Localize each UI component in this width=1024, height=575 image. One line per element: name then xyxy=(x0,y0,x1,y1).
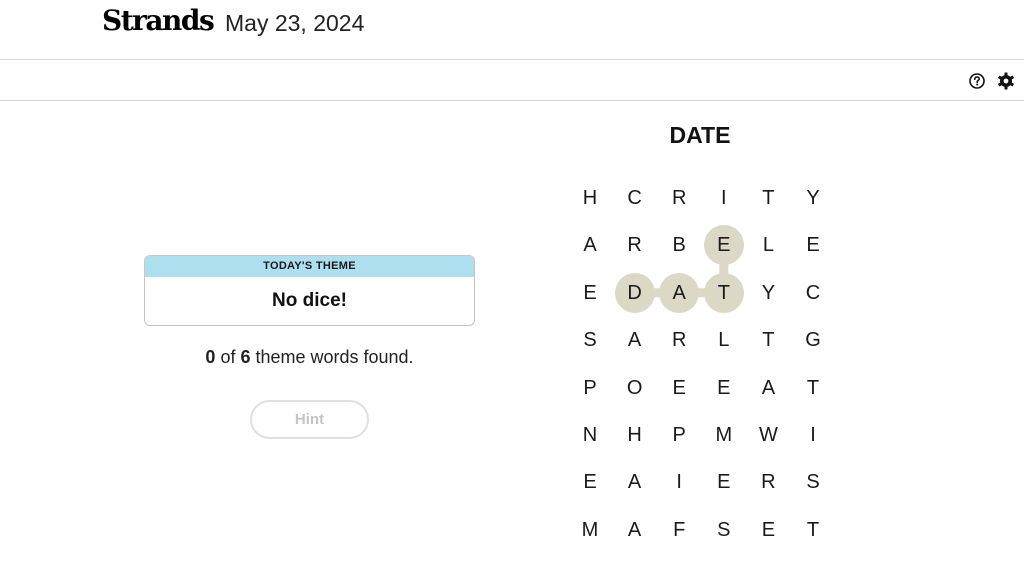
gear-icon[interactable] xyxy=(997,72,1015,90)
letter-cell[interactable]: A xyxy=(615,510,655,550)
toolbar xyxy=(0,60,1024,101)
letter-cell[interactable]: M xyxy=(704,415,744,455)
found-count: 0 xyxy=(205,347,216,367)
letter-cell[interactable]: H xyxy=(615,415,655,455)
theme-card: TODAY'S THEME No dice! xyxy=(144,255,475,326)
progress-text: 0 of 6 theme words found. xyxy=(144,347,475,368)
letter-cell[interactable]: E xyxy=(570,462,610,502)
letter-cell[interactable]: E xyxy=(570,273,610,313)
letter-cell[interactable]: E xyxy=(704,462,744,502)
letter-cell[interactable]: S xyxy=(793,462,833,502)
current-word: DATE xyxy=(669,122,731,148)
letter-cell[interactable]: I xyxy=(793,415,833,455)
puzzle-date: May 23, 2024 xyxy=(225,10,365,36)
theme-value: No dice! xyxy=(272,290,347,311)
letter-cell[interactable]: P xyxy=(659,415,699,455)
letter-cell[interactable]: T xyxy=(703,272,744,313)
total-count: 6 xyxy=(240,347,251,367)
letter-cell[interactable]: Y xyxy=(793,178,833,218)
letter-cell[interactable]: Y xyxy=(748,273,788,313)
letter-cell[interactable]: B xyxy=(659,225,699,265)
letter-cell[interactable]: E xyxy=(704,368,744,408)
letter-cell[interactable]: A xyxy=(615,462,655,502)
letter-cell[interactable]: R xyxy=(659,178,699,218)
letter-cell[interactable]: R xyxy=(659,320,699,360)
letter-cell[interactable]: A xyxy=(659,272,700,313)
letter-cell[interactable]: W xyxy=(748,415,788,455)
letter-cell[interactable]: T xyxy=(793,510,833,550)
letter-cell[interactable]: N xyxy=(570,415,610,455)
question-circle-icon[interactable] xyxy=(969,73,985,89)
letter-cell[interactable]: T xyxy=(748,320,788,360)
letter-cell[interactable]: T xyxy=(748,178,788,218)
letter-cell[interactable]: E xyxy=(748,510,788,550)
letter-cell[interactable]: A xyxy=(570,225,610,265)
letter-cell[interactable]: E xyxy=(703,225,744,266)
progress-of: of xyxy=(215,347,241,367)
header: Strands May 23, 2024 xyxy=(0,0,1024,60)
letter-cell[interactable]: S xyxy=(704,510,744,550)
progress-suffix: theme words found. xyxy=(250,347,414,367)
letter-cell[interactable]: P xyxy=(570,368,610,408)
letter-cell[interactable]: C xyxy=(615,178,655,218)
hint-button[interactable]: Hint xyxy=(250,400,369,439)
strands-logo: Strands xyxy=(102,4,215,37)
letter-cell[interactable]: M xyxy=(570,510,610,550)
letter-cell[interactable]: I xyxy=(659,462,699,502)
letter-cell[interactable]: E xyxy=(793,225,833,265)
letter-cell[interactable]: G xyxy=(793,320,833,360)
letter-cell[interactable]: E xyxy=(659,368,699,408)
letter-cell[interactable]: L xyxy=(704,320,744,360)
letter-cell[interactable]: T xyxy=(793,368,833,408)
letter-cell[interactable]: A xyxy=(615,320,655,360)
letter-cell[interactable]: R xyxy=(615,225,655,265)
letter-cell[interactable]: F xyxy=(659,510,699,550)
letter-cell[interactable]: C xyxy=(793,273,833,313)
letter-cell[interactable]: D xyxy=(614,272,655,313)
letter-cell[interactable]: L xyxy=(748,225,788,265)
letter-cell[interactable]: I xyxy=(704,178,744,218)
letter-cell[interactable]: S xyxy=(570,320,610,360)
letter-cell[interactable]: O xyxy=(615,368,655,408)
theme-label: TODAY'S THEME xyxy=(145,256,474,277)
letter-cell[interactable]: H xyxy=(570,178,610,218)
letter-cell[interactable]: A xyxy=(748,368,788,408)
letter-cell[interactable]: R xyxy=(748,462,788,502)
